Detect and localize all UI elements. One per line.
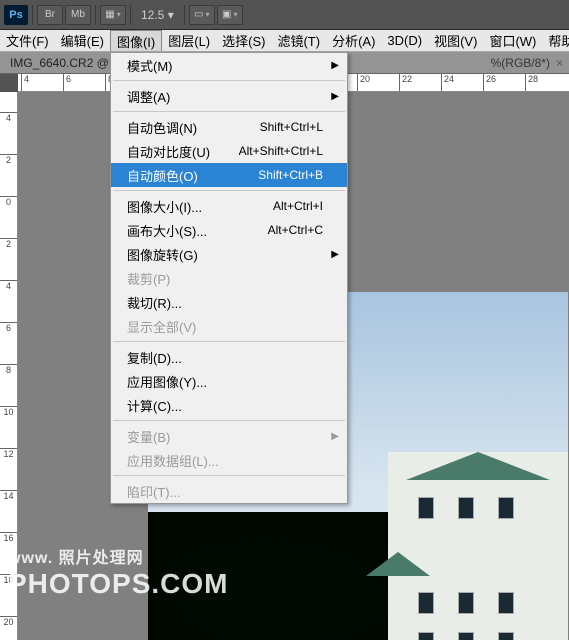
menu-reveal-all: 显示全部(V) [111,314,347,338]
menu-auto-contrast[interactable]: 自动对比度(U)Alt+Shift+Ctrl+L [111,139,347,163]
arrange-button[interactable]: ▭▾ [189,5,215,25]
menu-crop: 裁剪(P) [111,266,347,290]
menu-analysis[interactable]: 分析(A) [326,30,381,51]
watermark: www. 照片处理网 PHOTOPS.COM [8,544,229,600]
menu-layer[interactable]: 图层(L) [162,30,216,51]
image-menu-dropdown: 模式(M)▶ 调整(A)▶ 自动色调(N)Shift+Ctrl+L 自动对比度(… [110,52,348,504]
menu-calculations[interactable]: 计算(C)... [111,393,347,417]
menu-image[interactable]: 图像(I) [110,30,162,51]
tab-close-icon[interactable]: × [556,56,563,70]
submenu-arrow-icon: ▶ [331,91,339,102]
menu-file[interactable]: 文件(F) [0,30,55,51]
menu-trim[interactable]: 裁切(R)... [111,290,347,314]
menu-mode[interactable]: 模式(M)▶ [111,53,347,77]
minibridge-button[interactable]: Mb [65,5,91,25]
menu-auto-tone[interactable]: 自动色调(N)Shift+Ctrl+L [111,115,347,139]
submenu-arrow-icon: ▶ [331,60,339,71]
screen-mode-button[interactable]: ▦▾ [100,5,126,25]
menu-help[interactable]: 帮助 [542,30,569,51]
bridge-button[interactable]: Br [37,5,63,25]
menu-select[interactable]: 选择(S) [216,30,271,51]
menu-view[interactable]: 视图(V) [428,30,483,51]
menu-variables: 变量(B)▶ [111,424,347,448]
menu-image-size[interactable]: 图像大小(I)...Alt+Ctrl+I [111,194,347,218]
menu-3d[interactable]: 3D(D) [381,30,428,51]
menu-apply-image[interactable]: 应用图像(Y)... [111,369,347,393]
menu-canvas-size[interactable]: 画布大小(S)...Alt+Ctrl+C [111,218,347,242]
submenu-arrow-icon: ▶ [331,431,339,442]
document-tab-info: %(RGB/8*) × [491,56,569,70]
menu-duplicate[interactable]: 复制(D)... [111,345,347,369]
ps-logo-icon: Ps [4,5,28,25]
menu-image-rotation[interactable]: 图像旋转(G)▶ [111,242,347,266]
menu-trap: 陷印(T)... [111,479,347,503]
menu-edit[interactable]: 编辑(E) [55,30,110,51]
menu-window[interactable]: 窗口(W) [483,30,542,51]
submenu-arrow-icon: ▶ [331,249,339,260]
menu-adjustments[interactable]: 调整(A)▶ [111,84,347,108]
app-toolbar: Ps Br Mb ▦▾ 12.5 ▾ ▭▾ ▣▾ [0,0,569,30]
document-tab[interactable]: IMG_6640.CR2 @ [0,52,119,73]
menu-filter[interactable]: 滤镜(T) [271,30,326,51]
zoom-level[interactable]: 12.5 ▾ [135,8,180,22]
extras-button[interactable]: ▣▾ [217,5,243,25]
menu-apply-dataset: 应用数据组(L)... [111,448,347,472]
main-menubar: 文件(F) 编辑(E) 图像(I) 图层(L) 选择(S) 滤镜(T) 分析(A… [0,30,569,52]
menu-auto-color[interactable]: 自动颜色(O)Shift+Ctrl+B [111,163,347,187]
